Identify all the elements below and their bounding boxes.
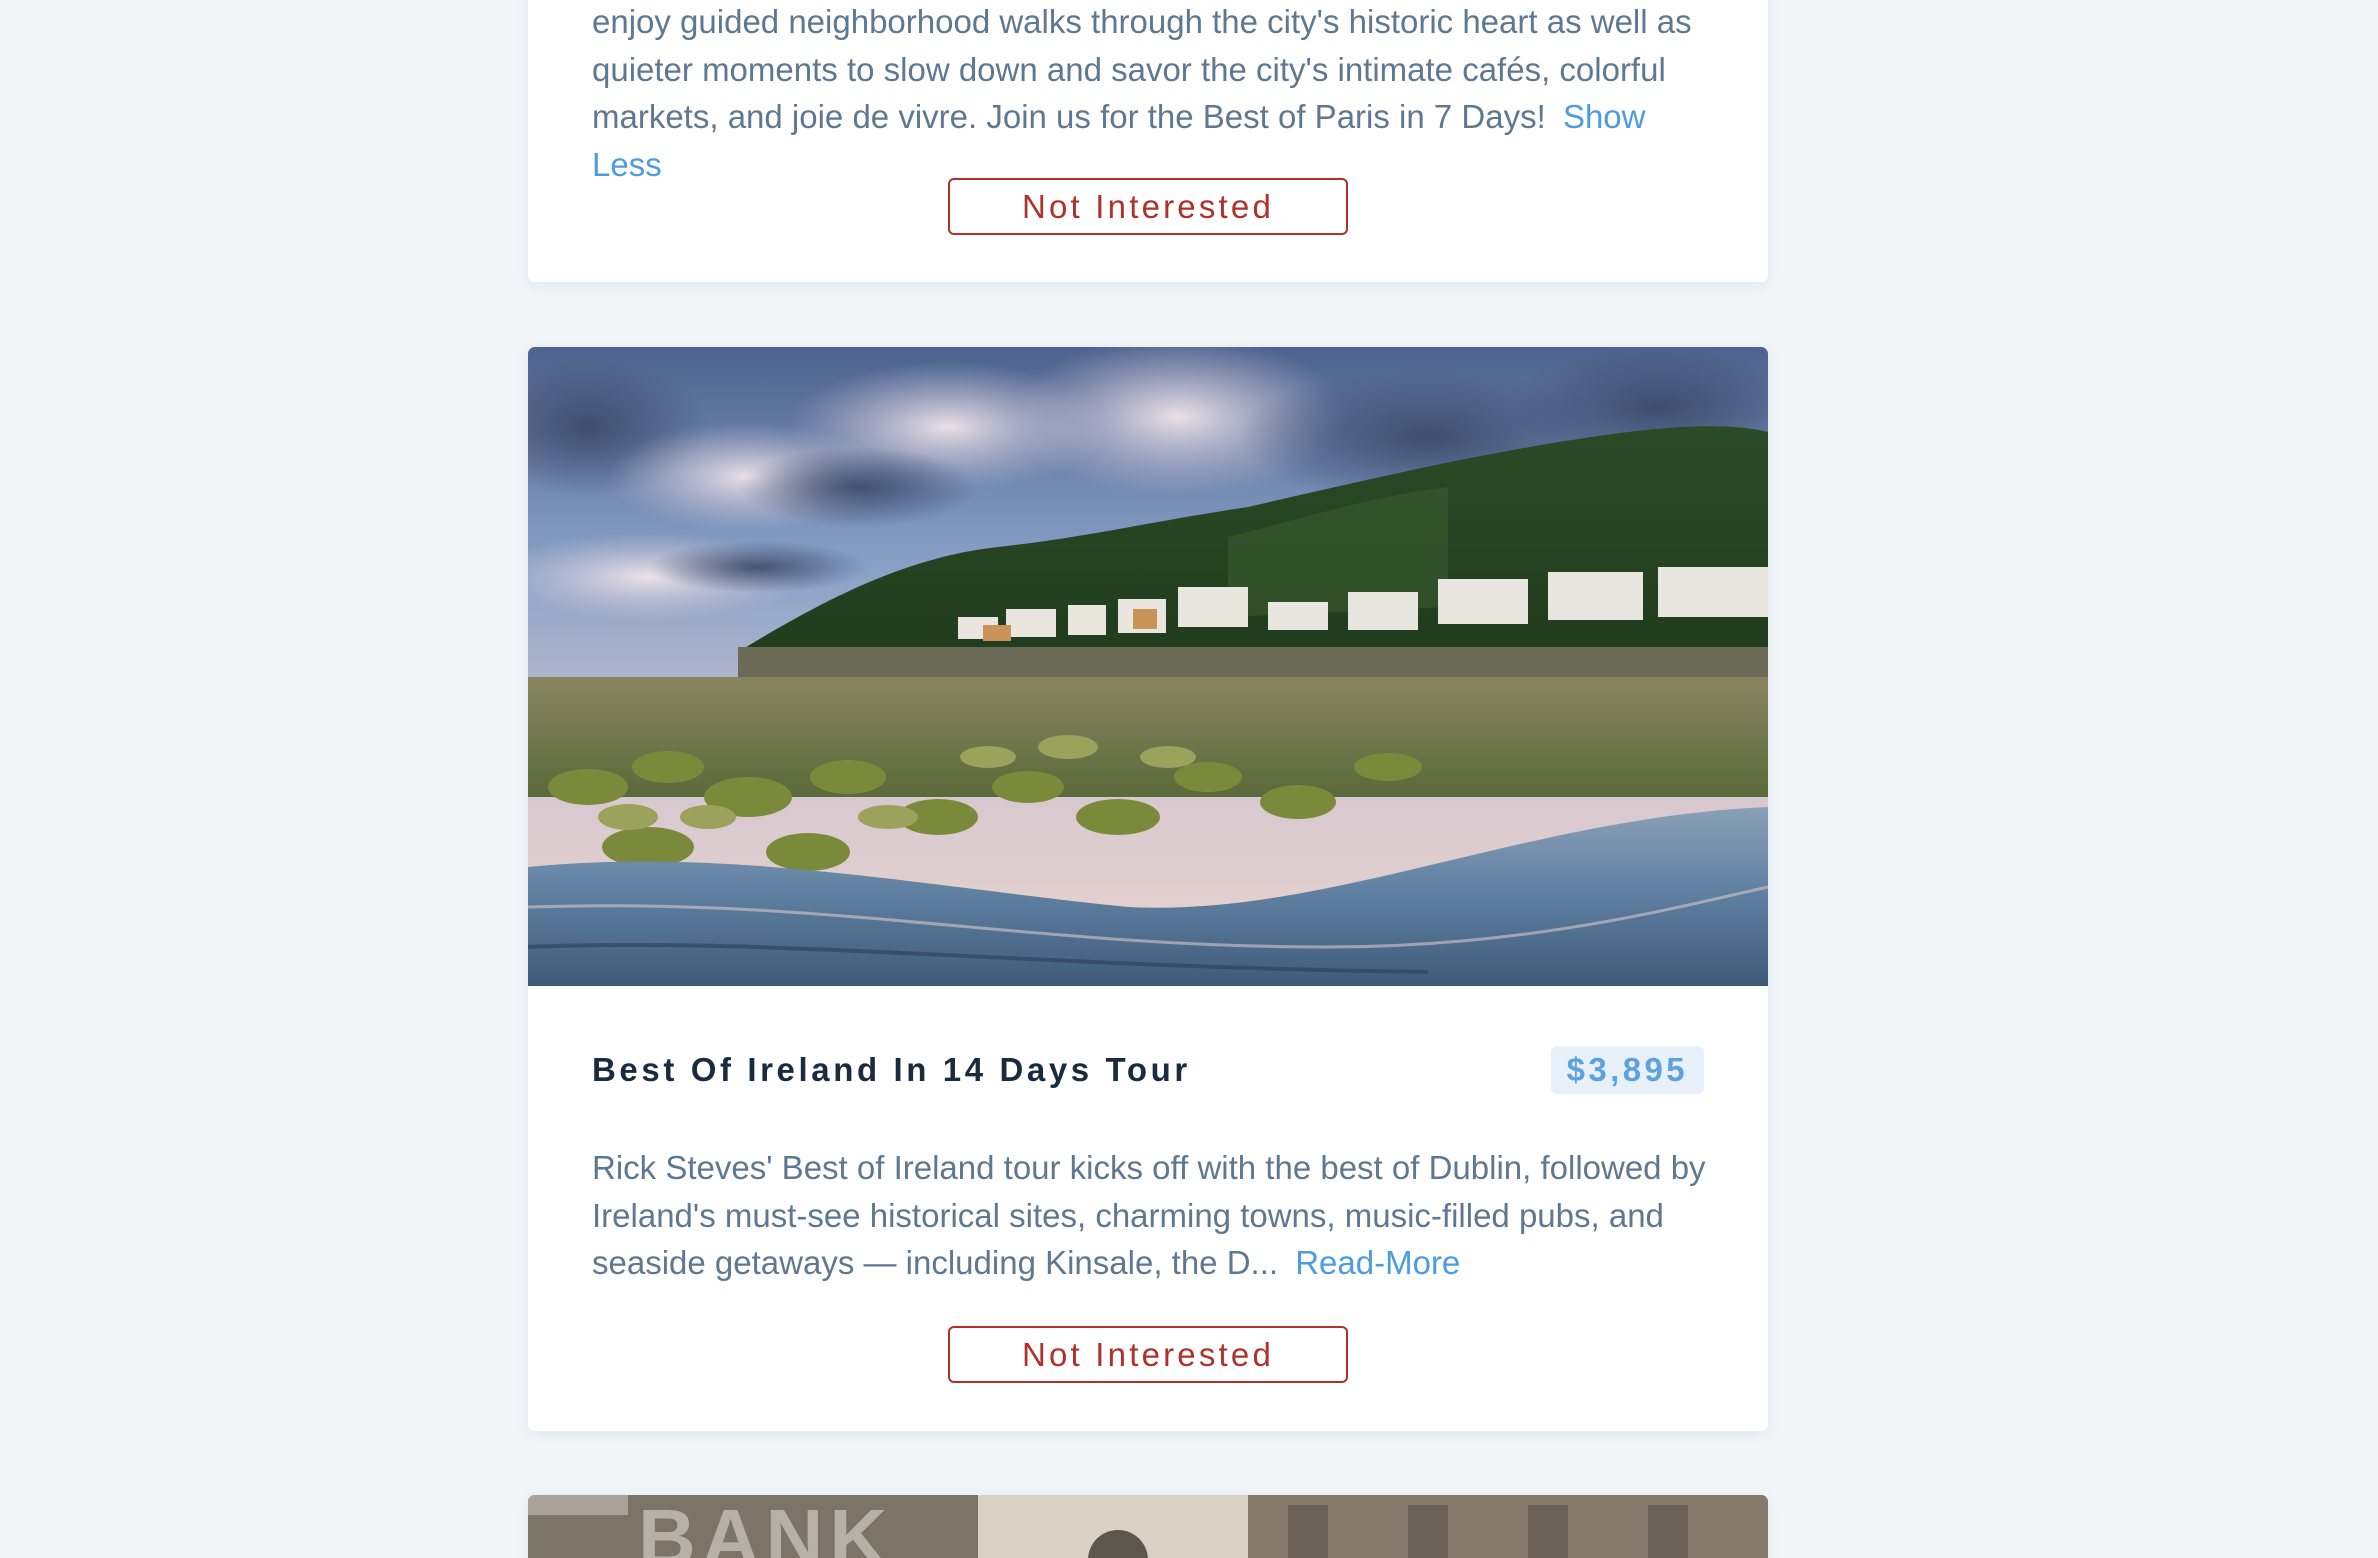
bank-sign-text: BANK bbox=[638, 1495, 893, 1558]
tour-title: Best Of Ireland In 14 Days Tour bbox=[592, 1051, 1191, 1088]
tour-photo: BANK bbox=[528, 1495, 1768, 1558]
tour-card-next: BANK bbox=[528, 1495, 1768, 1558]
not-interested-button[interactable]: Not Interested bbox=[948, 178, 1348, 235]
tour-list-page: enjoy guided neighborhood walks through … bbox=[0, 0, 2378, 1558]
tour-description: enjoy guided neighborhood walks through … bbox=[592, 3, 1692, 183]
tour-card-paris: enjoy guided neighborhood walks through … bbox=[528, 0, 1768, 282]
tour-card-ireland: Best Of Ireland In 14 Days Tour $3,895 R… bbox=[528, 347, 1768, 1431]
price-badge: $3,895 bbox=[1550, 1046, 1704, 1094]
tour-photo bbox=[528, 347, 1768, 986]
read-more-link[interactable]: Read-More bbox=[1295, 1244, 1460, 1281]
tour-header: Best Of Ireland In 14 Days Tour $3,895 bbox=[592, 1046, 1704, 1094]
not-interested-button[interactable]: Not Interested bbox=[948, 1326, 1348, 1383]
tour-description: Rick Steves' Best of Ireland tour kicks … bbox=[592, 1149, 1706, 1281]
